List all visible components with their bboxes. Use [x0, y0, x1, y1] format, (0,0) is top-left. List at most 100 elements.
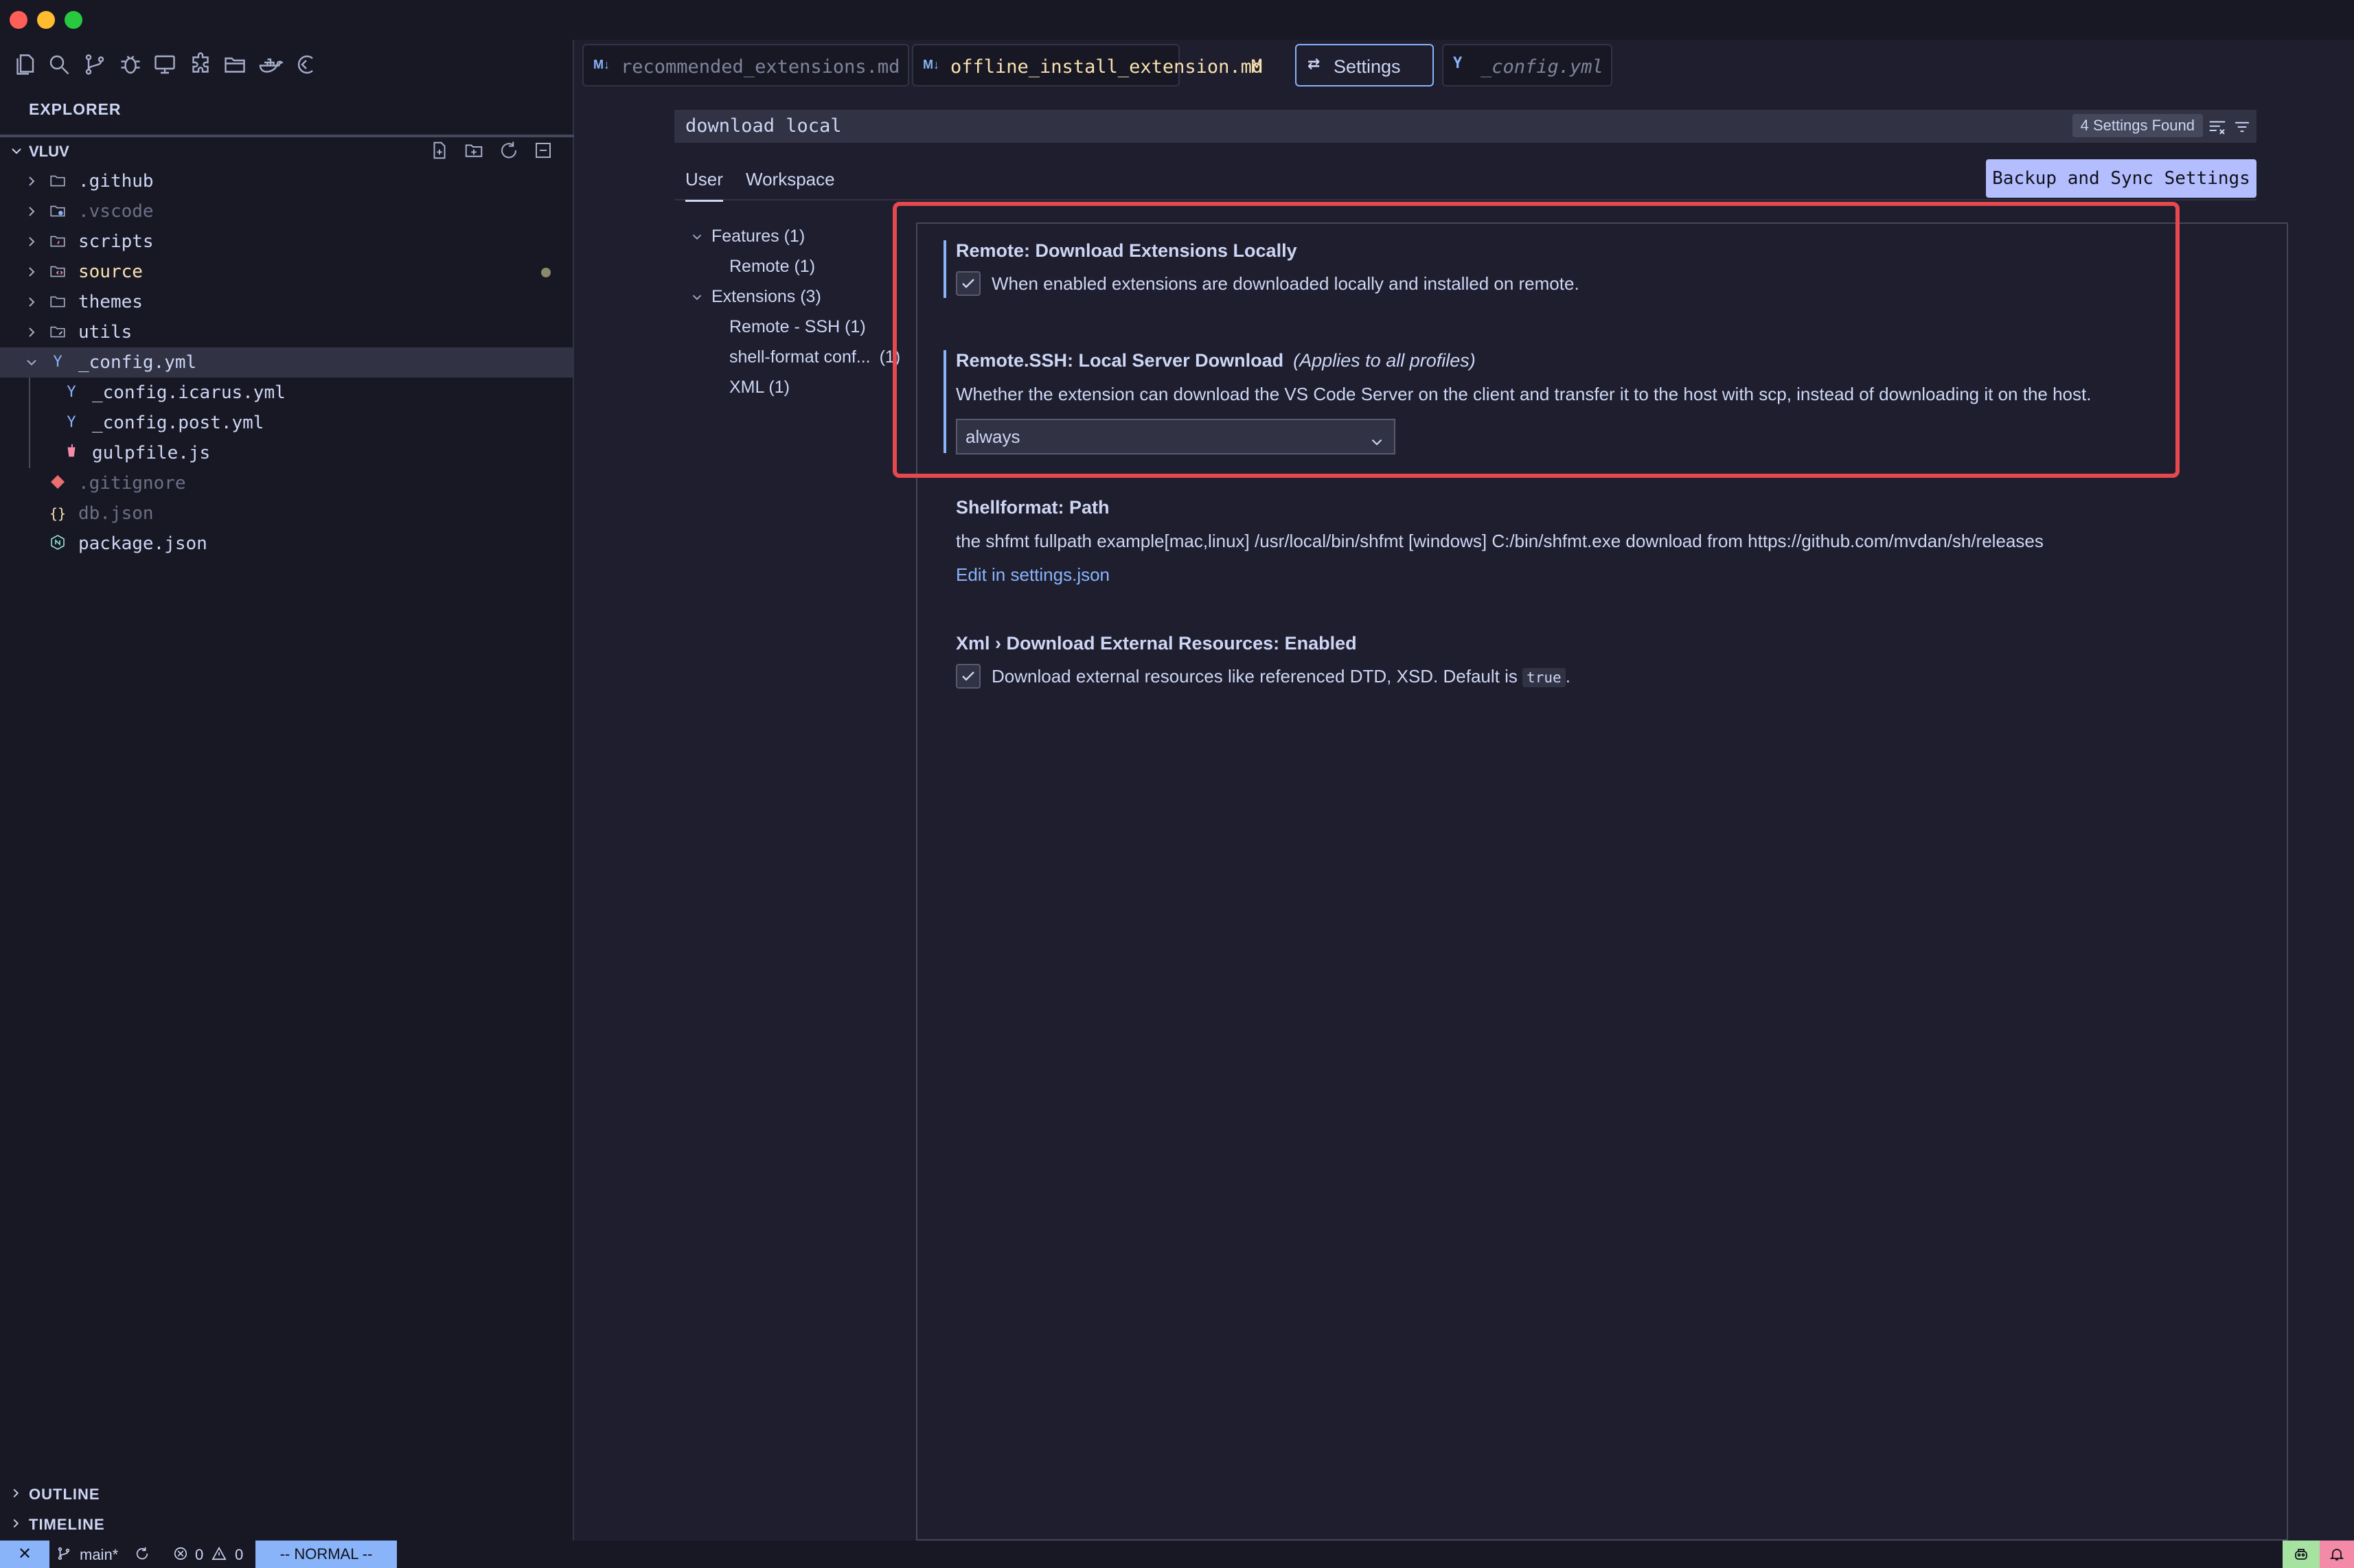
yaml-icon: Y	[48, 353, 67, 372]
source-control-icon[interactable]	[82, 52, 107, 77]
maximize-window-button[interactable]	[65, 11, 82, 29]
new-file-icon[interactable]	[429, 140, 450, 161]
setting-description-end: .	[1566, 666, 1570, 687]
workspace-root[interactable]: VLUV	[0, 135, 574, 166]
setting-shellformat-path: Shellformat: Path the shfmt fullpath exa…	[956, 497, 2261, 586]
copilot-icon[interactable]	[2283, 1541, 2320, 1568]
remote-explorer-icon[interactable]	[152, 52, 177, 77]
tree-item-label: .gitignore	[78, 473, 186, 494]
docker-icon[interactable]	[258, 52, 283, 77]
tree-item-github[interactable]: .github	[0, 166, 574, 196]
modified-indicator	[541, 268, 551, 277]
tree-item-config-icarus[interactable]: Y _config.icarus.yml	[0, 378, 574, 408]
error-count[interactable]: 0	[195, 1546, 203, 1564]
chevron-down-icon	[8, 143, 25, 159]
branch-name[interactable]: main*	[80, 1546, 118, 1564]
yaml-icon: Y	[1453, 55, 1462, 72]
tab-workspace[interactable]: Workspace	[746, 169, 835, 190]
tree-item-vscode[interactable]: .vscode	[0, 196, 574, 227]
chevron-down-icon	[23, 354, 40, 371]
files-icon[interactable]	[12, 52, 37, 77]
tree-item-label: _config.icarus.yml	[92, 382, 286, 403]
tree-item-db-json[interactable]: {} db.json	[0, 498, 574, 529]
folder-source-icon	[48, 262, 67, 281]
close-window-button[interactable]	[10, 11, 27, 29]
tree-item-scripts[interactable]: scripts	[0, 227, 574, 257]
warning-count[interactable]: 0	[235, 1546, 243, 1564]
tab-user[interactable]: User	[685, 169, 723, 202]
chevron-right-icon	[23, 294, 40, 310]
tab-settings[interactable]: ⇄ Settings	[1295, 44, 1434, 87]
backup-sync-settings-button[interactable]: Backup and Sync Settings	[1986, 159, 2256, 198]
setting-description: Download external resources like referen…	[992, 666, 1518, 687]
search-icon[interactable]	[47, 52, 71, 77]
tree-item-package-json[interactable]: package.json	[0, 529, 574, 559]
settings-search[interactable]: download local 4 Settings Found	[674, 110, 2256, 143]
tab-config-yml[interactable]: Y _config.yml	[1442, 44, 1612, 87]
tab-recommended-extensions[interactable]: M↓ recommended_extensions.md	[582, 44, 909, 87]
yaml-icon: Y	[62, 383, 81, 402]
toc-shell-format[interactable]: shell-format conf... (1)	[729, 347, 900, 367]
tree-item-label: utils	[78, 322, 132, 343]
remote-indicator[interactable]: ✕	[0, 1541, 49, 1568]
timeline-section[interactable]: TIMELINE	[0, 1509, 574, 1539]
default-value-code: true	[1522, 668, 1566, 687]
chevron-down-icon	[689, 229, 705, 244]
folder-icon	[48, 292, 67, 312]
new-folder-icon[interactable]	[464, 140, 484, 161]
markdown-icon: M↓	[923, 58, 939, 72]
toc-label: shell-format conf...	[729, 347, 871, 367]
tree-item-label: .vscode	[78, 201, 154, 222]
toc-label: Extensions (3)	[711, 287, 821, 306]
settings-sliders-icon: ⇄	[1307, 55, 1320, 73]
edit-in-settings-json-link[interactable]: Edit in settings.json	[956, 564, 2261, 586]
tree-item-label: .github	[78, 171, 154, 192]
setting-xml-download-external: Xml › Download External Resources: Enabl…	[956, 633, 2178, 690]
sync-icon[interactable]	[135, 1546, 150, 1565]
json-icon: {}	[48, 504, 67, 523]
tree-item-label: gulpfile.js	[92, 443, 210, 463]
outline-section[interactable]: OUTLINE	[0, 1479, 574, 1509]
chevron-right-icon	[23, 233, 40, 250]
yaml-icon: Y	[62, 413, 81, 433]
tree-item-config-post[interactable]: Y _config.post.yml	[0, 408, 574, 438]
toc-remote[interactable]: Remote (1)	[729, 257, 815, 277]
tree-item-config-yml[interactable]: Y _config.yml	[0, 347, 574, 378]
vim-mode-indicator: -- NORMAL --	[255, 1541, 397, 1568]
collapse-all-icon[interactable]	[533, 140, 553, 161]
tree-item-source[interactable]: source	[0, 257, 574, 287]
explorer-title: EXPLORER	[29, 100, 122, 119]
tab-label: recommended_extensions.md	[621, 56, 900, 78]
toc-features[interactable]: Features (1)	[689, 227, 805, 246]
notifications-bell-icon[interactable]	[2320, 1541, 2354, 1568]
setting-title: Shellformat: Path	[956, 497, 2261, 518]
clear-filter-icon[interactable]	[2207, 117, 2228, 137]
project-manager-icon[interactable]	[222, 52, 247, 77]
chevron-right-icon	[23, 173, 40, 189]
timeline-label: TIMELINE	[29, 1516, 105, 1534]
tree-item-label: themes	[78, 292, 143, 312]
debug-icon[interactable]	[118, 52, 143, 77]
toc-extensions[interactable]: Extensions (3)	[689, 287, 821, 307]
extensions-icon[interactable]	[188, 52, 213, 77]
tree-item-gulpfile[interactable]: gulpfile.js	[0, 438, 574, 468]
minimize-window-button[interactable]	[37, 11, 55, 29]
tab-offline-install-extension[interactable]: M↓ offline_install_extension.md	[912, 44, 1180, 87]
settings-search-input[interactable]: download local	[685, 115, 842, 137]
filter-icon[interactable]	[2232, 117, 2252, 137]
workspace-root-label: VLUV	[29, 143, 69, 161]
github-actions-icon[interactable]	[294, 52, 319, 77]
chevron-right-icon	[8, 1486, 23, 1501]
tree-item-themes[interactable]: themes	[0, 287, 574, 317]
tree-item-gitignore[interactable]: .gitignore	[0, 468, 574, 498]
tab-modified-indicator: M	[1251, 56, 1262, 78]
status-bar: ✕ main* 0 0 -- NORMAL --	[0, 1541, 2354, 1568]
tree-item-utils[interactable]: utils	[0, 317, 574, 347]
folder-utils-icon	[48, 323, 67, 342]
setting-checkbox[interactable]	[956, 664, 981, 689]
branch-icon	[56, 1546, 71, 1565]
toc-xml[interactable]: XML (1)	[729, 378, 790, 397]
refresh-icon[interactable]	[499, 140, 519, 161]
markdown-icon: M↓	[593, 58, 610, 72]
toc-remote-ssh[interactable]: Remote - SSH (1)	[729, 317, 866, 337]
